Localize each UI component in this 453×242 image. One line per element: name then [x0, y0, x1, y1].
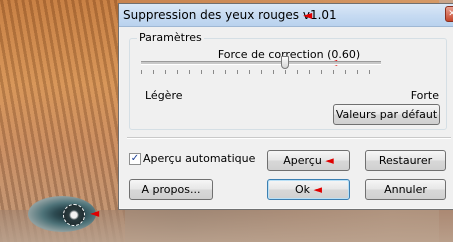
parameters-group-label: Paramètres: [137, 31, 204, 44]
eye: [28, 196, 96, 232]
red-eye-dialog: Suppression des yeux rouges v1.01 ◄ ✕ Pa…: [118, 3, 453, 210]
cancel-button[interactable]: Annuler: [365, 179, 446, 200]
about-button[interactable]: A propos...: [129, 179, 213, 200]
ok-button[interactable]: Ok ◄: [267, 179, 350, 200]
slider-max-label: Forte: [410, 89, 439, 102]
slider-min-label: Légère: [145, 89, 183, 102]
preview-annotation-arrow-icon: ◄: [325, 154, 334, 167]
ok-button-label: Ok: [295, 183, 311, 196]
defaults-button[interactable]: Valeurs par défaut: [333, 104, 440, 125]
title-bar[interactable]: Suppression des yeux rouges v1.01 ◄ ✕: [119, 4, 453, 27]
slider-ticks: [141, 70, 381, 74]
ok-annotation-arrow-icon: ◄: [313, 183, 322, 196]
auto-preview-checkbox[interactable]: ✓: [129, 153, 141, 165]
close-icon[interactable]: ✕: [445, 6, 453, 22]
restore-button[interactable]: Restaurer: [365, 150, 446, 171]
auto-preview-label[interactable]: Aperçu automatique: [143, 152, 255, 165]
red-eye-selection[interactable]: [63, 204, 85, 226]
title-annotation-arrow-icon: ◄: [303, 8, 313, 22]
strength-slider-track[interactable]: [141, 61, 381, 65]
preview-button[interactable]: Aperçu ◄: [267, 150, 350, 171]
divider: [127, 137, 451, 139]
eye-annotation-arrow-icon: ◄: [90, 206, 100, 220]
preview-button-label: Aperçu: [283, 154, 322, 167]
strength-slider-thumb[interactable]: [281, 56, 289, 69]
